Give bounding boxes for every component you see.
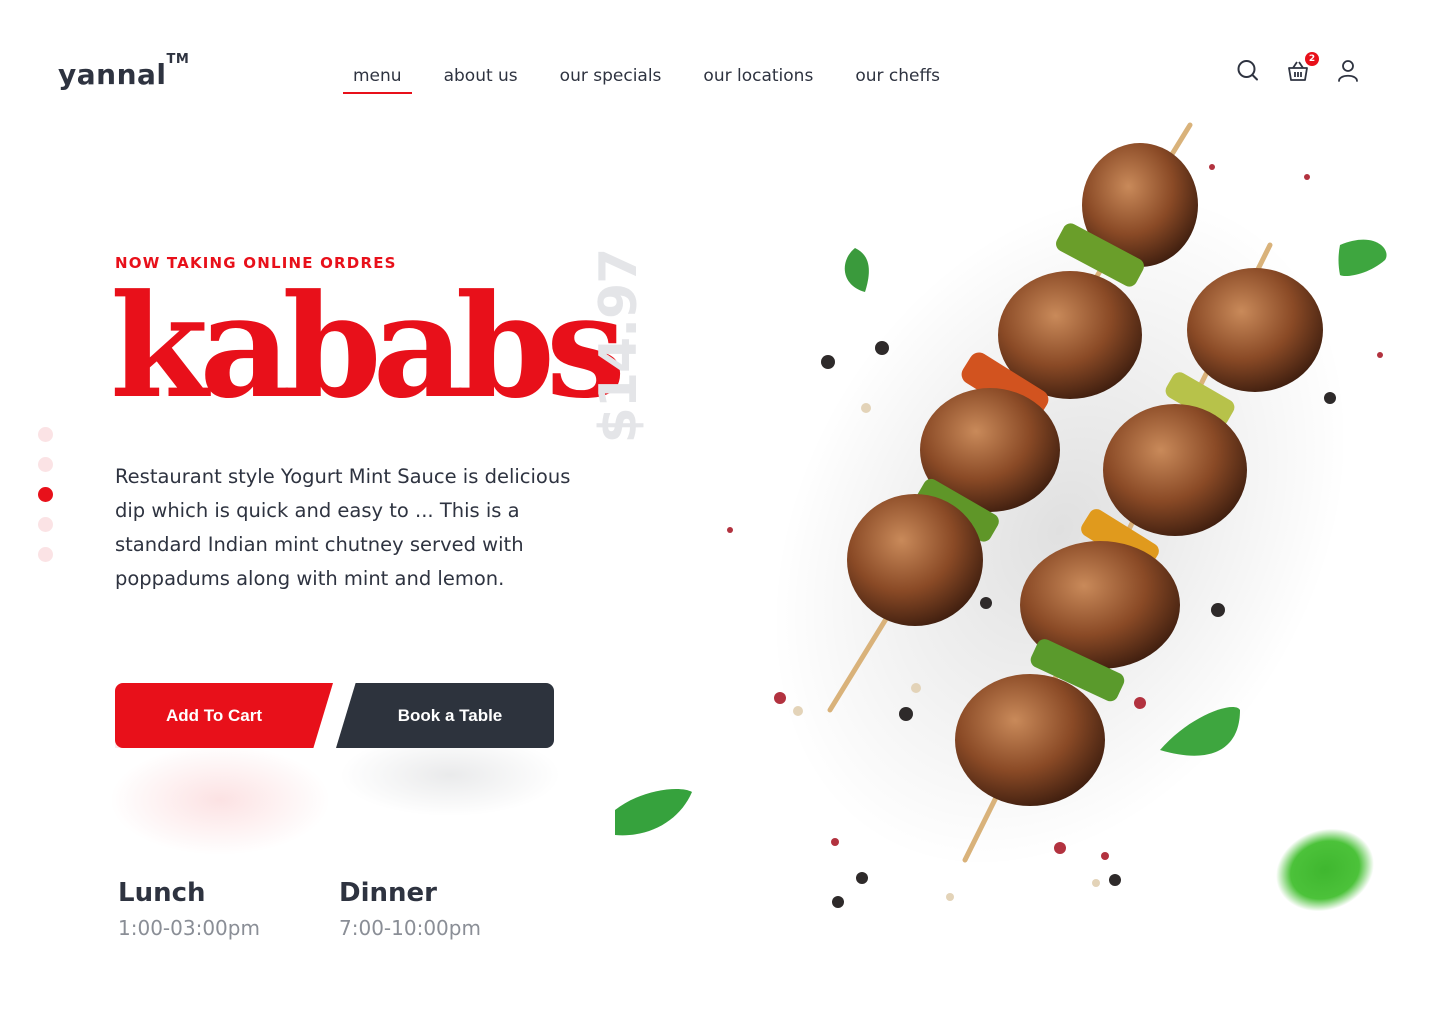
kebab-skewers-image <box>615 122 1387 912</box>
brand-name: yannal <box>58 58 167 91</box>
lunch-label: Lunch <box>118 878 206 908</box>
search-icon[interactable] <box>1236 58 1260 84</box>
user-icon[interactable] <box>1336 58 1360 84</box>
dinner-time: 7:00-10:00pm <box>339 916 481 940</box>
slider-dot[interactable] <box>38 517 53 532</box>
slider-dot[interactable] <box>38 457 53 472</box>
main-nav: menu about us our specials our locations… <box>343 64 972 96</box>
nav-item-our-specials[interactable]: our specials <box>550 64 672 94</box>
slider-dot-active[interactable] <box>38 487 53 502</box>
nav-item-our-locations[interactable]: our locations <box>693 64 823 94</box>
slider-dot[interactable] <box>38 427 53 442</box>
basket-icon[interactable]: 2 <box>1286 52 1319 84</box>
button-glow <box>100 740 340 860</box>
hero-description: Restaurant style Yogurt Mint Sauce is de… <box>115 465 571 590</box>
hero-title: kababs <box>110 264 626 430</box>
slider-dots <box>38 427 54 577</box>
dinner-label: Dinner <box>339 878 437 908</box>
book-table-button[interactable]: Book a Table <box>336 683 554 748</box>
nav-item-about-us[interactable]: about us <box>434 64 528 94</box>
dinner-hours: Dinner 7:00-10:00pm <box>339 878 481 940</box>
trademark: TM <box>166 52 190 67</box>
nav-item-our-cheffs[interactable]: our cheffs <box>845 64 950 94</box>
header-actions: 2 <box>1236 52 1360 84</box>
brand-logo[interactable]: yannal TM <box>58 52 189 91</box>
slider-dot[interactable] <box>38 547 53 562</box>
cart-count-badge: 2 <box>1305 52 1319 66</box>
nav-item-menu[interactable]: menu <box>343 64 412 94</box>
lunch-hours: Lunch 1:00-03:00pm <box>118 878 260 940</box>
landing-page: yannal TM menu about us our specials our … <box>0 0 1439 1028</box>
add-to-cart-button[interactable]: Add To Cart <box>115 683 333 748</box>
lunch-time: 1:00-03:00pm <box>118 916 260 940</box>
